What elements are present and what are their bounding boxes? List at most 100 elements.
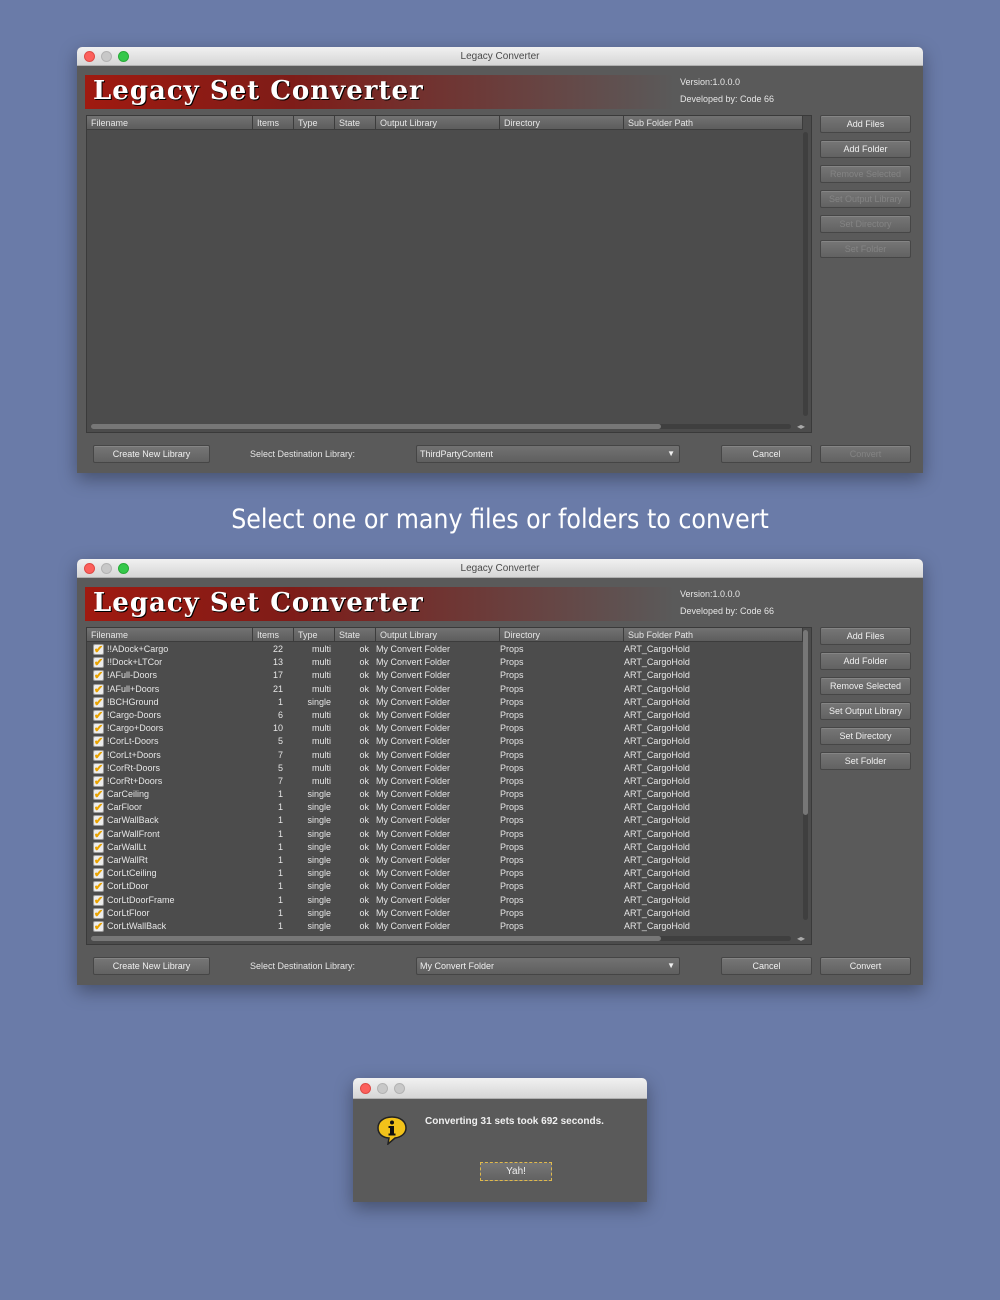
set-output-library-button[interactable]: Set Output Library xyxy=(820,702,911,720)
row-checkbox[interactable]: ✔ xyxy=(93,709,104,721)
row-checkbox[interactable]: ✔ xyxy=(93,736,104,748)
row-checkbox[interactable]: ✔ xyxy=(93,920,104,932)
column-header-type[interactable]: Type xyxy=(294,116,335,130)
output-library-cell: My Convert Folder xyxy=(376,657,451,668)
minimize-window-button[interactable] xyxy=(101,51,112,62)
column-header-state[interactable]: State xyxy=(335,628,376,642)
table-row[interactable]: ✔ !Cargo-Doors 6 multi ok My Convert Folder Pr… xyxy=(87,709,803,722)
horizontal-scrollbar[interactable] xyxy=(91,936,791,941)
set-folder-button[interactable]: Set Folder xyxy=(820,240,911,258)
horizontal-scrollbar[interactable] xyxy=(91,424,791,429)
row-checkbox[interactable]: ✔ xyxy=(93,802,104,814)
column-header-state[interactable]: State xyxy=(335,116,376,130)
table-row[interactable]: ✔ CarWallRt 1 single ok My Convert Folder Prop… xyxy=(87,854,803,867)
row-checkbox[interactable]: ✔ xyxy=(93,815,104,827)
table-row[interactable]: ✔ !CorLt-Doors 5 multi ok My Convert Folder Pr… xyxy=(87,735,803,748)
cancel-button[interactable]: Cancel xyxy=(721,957,812,975)
row-checkbox[interactable]: ✔ xyxy=(93,683,104,695)
table-row[interactable]: ✔ !AFull+Doors 21 multi ok My Convert Folder P… xyxy=(87,683,803,696)
column-resize-icon[interactable]: ◂▸ xyxy=(797,934,805,943)
table-row[interactable]: ✔ !!ADock+Cargo 22 multi ok My Convert Folder… xyxy=(87,643,803,656)
zoom-window-button[interactable] xyxy=(118,563,129,574)
column-header-items[interactable]: Items xyxy=(253,628,294,642)
yah-button[interactable]: Yah! xyxy=(480,1162,552,1181)
row-checkbox[interactable]: ✔ xyxy=(93,855,104,867)
row-checkbox[interactable]: ✔ xyxy=(93,894,104,906)
vertical-scroll-thumb[interactable] xyxy=(803,630,808,815)
set-folder-button[interactable]: Set Folder xyxy=(820,752,911,770)
column-header-output-library[interactable]: Output Library xyxy=(376,628,500,642)
row-checkbox[interactable]: ✔ xyxy=(93,749,104,761)
row-checkbox[interactable]: ✔ xyxy=(93,723,104,735)
column-header-sub-folder-path[interactable]: Sub Folder Path xyxy=(624,116,803,130)
row-checkbox[interactable]: ✔ xyxy=(93,670,104,682)
table-row[interactable]: ✔ CarCeiling 1 single ok My Convert Folder Pro… xyxy=(87,788,803,801)
table-row[interactable]: ✔ !!Dock+LTCor 13 multi ok My Convert Folder P… xyxy=(87,656,803,669)
file-table[interactable]: Filename Items Type State Output Library… xyxy=(86,627,812,945)
horizontal-scroll-thumb[interactable] xyxy=(91,936,661,941)
zoom-window-button[interactable] xyxy=(118,51,129,62)
set-directory-button[interactable]: Set Directory xyxy=(820,727,911,745)
add-files-button[interactable]: Add Files xyxy=(820,627,911,645)
column-header-type[interactable]: Type xyxy=(294,628,335,642)
column-header-directory[interactable]: Directory xyxy=(500,116,624,130)
table-row[interactable]: ✔ CorLtDoor 1 single ok My Convert Folder Prop… xyxy=(87,880,803,893)
table-row[interactable]: ✔ !CorRt+Doors 7 multi ok My Convert Folder Pr… xyxy=(87,775,803,788)
column-header-sub-folder-path[interactable]: Sub Folder Path xyxy=(624,628,803,642)
column-header-items[interactable]: Items xyxy=(253,116,294,130)
table-row[interactable]: ✔ CorLtCeiling 1 single ok My Convert Folder P… xyxy=(87,867,803,880)
table-row[interactable]: ✔ CarWallFront 1 single ok My Convert Folder P… xyxy=(87,828,803,841)
row-checkbox[interactable]: ✔ xyxy=(93,907,104,919)
items-cell: 1 xyxy=(277,894,283,905)
row-checkbox[interactable]: ✔ xyxy=(93,789,104,801)
table-row[interactable]: ✔ CorLtDoorFrame 1 single ok My Convert Folde… xyxy=(87,894,803,907)
table-row[interactable]: ✔ CarWallBack 1 single ok My Convert Folder Pr… xyxy=(87,814,803,827)
remove-selected-button[interactable]: Remove Selected xyxy=(820,165,911,183)
table-row[interactable]: ✔ CorLtWallBack 1 single ok My Convert Folder… xyxy=(87,920,803,933)
file-table[interactable]: Filename Items Type State Output Library… xyxy=(86,115,812,433)
set-output-library-button[interactable]: Set Output Library xyxy=(820,190,911,208)
column-header-filename[interactable]: Filename xyxy=(87,628,253,642)
column-header-filename[interactable]: Filename xyxy=(87,116,253,130)
add-files-button[interactable]: Add Files xyxy=(820,115,911,133)
column-header-directory[interactable]: Directory xyxy=(500,628,624,642)
cancel-button[interactable]: Cancel xyxy=(721,445,812,463)
table-row[interactable]: ✔ CarWallLt 1 single ok My Convert Folder Prop… xyxy=(87,841,803,854)
row-checkbox[interactable]: ✔ xyxy=(93,762,104,774)
table-row[interactable]: ✔ CarFloor 1 single ok My Convert Folder Props… xyxy=(87,801,803,814)
table-row[interactable]: ✔ !AFull-Doors 17 multi ok My Convert Folder P… xyxy=(87,669,803,682)
table-row[interactable]: ✔ !BCHGround 1 single ok My Convert Folder Pro… xyxy=(87,696,803,709)
table-row[interactable]: ✔ !CorLt+Doors 7 multi ok My Convert Folder Pr… xyxy=(87,749,803,762)
create-new-library-button[interactable]: Create New Library xyxy=(93,957,210,975)
vertical-scrollbar[interactable] xyxy=(803,630,808,920)
row-checkbox[interactable]: ✔ xyxy=(93,868,104,880)
add-folder-button[interactable]: Add Folder xyxy=(820,652,911,670)
horizontal-scroll-thumb[interactable] xyxy=(91,424,661,429)
row-checkbox[interactable]: ✔ xyxy=(93,841,104,853)
close-window-button[interactable] xyxy=(84,51,95,62)
row-checkbox[interactable]: ✔ xyxy=(93,696,104,708)
vertical-scrollbar[interactable] xyxy=(803,132,808,416)
convert-button[interactable]: Convert xyxy=(820,957,911,975)
row-checkbox[interactable]: ✔ xyxy=(93,828,104,840)
destination-library-select[interactable]: ThirdPartyContent ▼ xyxy=(416,445,680,463)
table-row[interactable]: ✔ !CorRt-Doors 5 multi ok My Convert Folder Pr… xyxy=(87,762,803,775)
completion-dialog: Converting 31 sets took 692 seconds. Yah… xyxy=(353,1078,647,1202)
column-header-output-library[interactable]: Output Library xyxy=(376,116,500,130)
create-new-library-button[interactable]: Create New Library xyxy=(93,445,210,463)
column-resize-icon[interactable]: ◂▸ xyxy=(797,422,805,431)
destination-library-select[interactable]: My Convert Folder ▼ xyxy=(416,957,680,975)
minimize-window-button[interactable] xyxy=(101,563,112,574)
set-directory-button[interactable]: Set Directory xyxy=(820,215,911,233)
add-folder-button[interactable]: Add Folder xyxy=(820,140,911,158)
remove-selected-button[interactable]: Remove Selected xyxy=(820,677,911,695)
close-window-button[interactable] xyxy=(84,563,95,574)
row-checkbox[interactable]: ✔ xyxy=(93,881,104,893)
table-row[interactable]: ✔ !Cargo+Doors 10 multi ok My Convert Folder P… xyxy=(87,722,803,735)
convert-button[interactable]: Convert xyxy=(820,445,911,463)
row-checkbox[interactable]: ✔ xyxy=(93,775,104,787)
row-checkbox[interactable]: ✔ xyxy=(93,644,104,656)
table-row[interactable]: ✔ CorLtFloor 1 single ok My Convert Folder Pro… xyxy=(87,907,803,920)
close-dialog-button[interactable] xyxy=(360,1083,371,1094)
row-checkbox[interactable]: ✔ xyxy=(93,657,104,669)
